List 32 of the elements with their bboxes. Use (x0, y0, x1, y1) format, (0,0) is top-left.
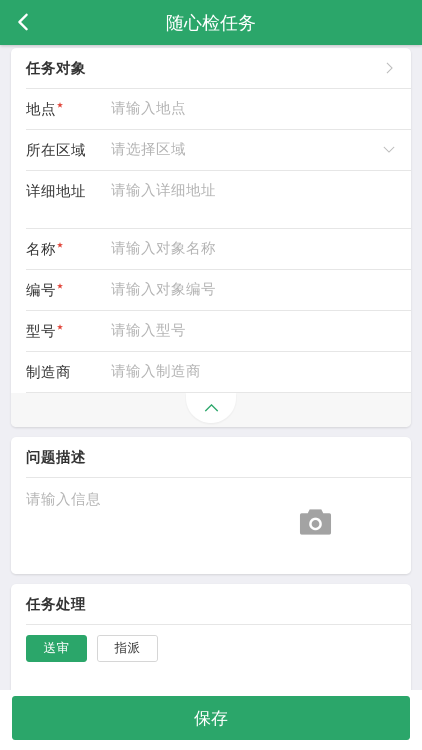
required-icon (57, 102, 63, 108)
save-button[interactable]: 保存 (12, 696, 410, 740)
field-label: 制造商 (26, 364, 72, 382)
field-label: 名称 (26, 240, 111, 258)
field-label: 编号 (26, 280, 111, 300)
input-field[interactable]: 请输入型号 (111, 320, 395, 342)
required-icon (57, 242, 63, 248)
field-label: 详细地址 (26, 182, 87, 201)
section-title: 问题描述 (26, 448, 86, 466)
input-field[interactable]: 请输入地点 (111, 98, 395, 120)
chevron-down-icon[interactable] (383, 146, 395, 153)
field-label: 所在区域 (26, 142, 87, 160)
chevron-right-icon[interactable] (386, 62, 393, 74)
required-icon (57, 282, 63, 288)
section-title: 任务处理 (26, 596, 86, 614)
field-label: 型号 (26, 322, 111, 340)
action-tab[interactable]: 送审 (26, 635, 87, 662)
page-title: 随心检任务 (166, 12, 256, 34)
required-icon (57, 324, 63, 330)
address-field[interactable]: 请输入详细地址 (111, 181, 395, 205)
field-label: 地点 (26, 100, 111, 118)
description-field[interactable]: 请输入信息 (11, 478, 411, 574)
action-tab[interactable]: 指派 (97, 635, 158, 662)
section-title: 任务对象 (26, 60, 86, 78)
input-field[interactable]: 请输入对象名称 (111, 238, 395, 260)
area-select[interactable]: 请选择区域 (111, 139, 395, 161)
chevron-up-icon (204, 404, 218, 412)
input-field[interactable]: 请输入制造商 (111, 361, 395, 383)
back-icon[interactable] (17, 13, 29, 31)
camera-icon[interactable] (299, 508, 332, 536)
input-field[interactable]: 请输入对象编号 (111, 279, 395, 301)
collapse-toggle[interactable] (186, 393, 236, 423)
